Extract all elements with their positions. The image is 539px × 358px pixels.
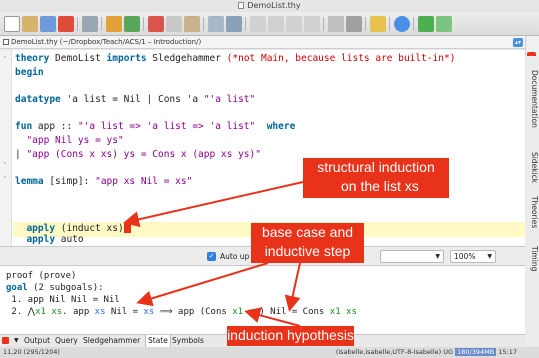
unsplit-icon[interactable] [304, 16, 320, 32]
paste-icon[interactable] [184, 16, 200, 32]
window-title: DemoList.thy [247, 1, 301, 10]
code-line: begin [15, 67, 44, 78]
toolbar-separator [143, 17, 144, 31]
new-file-icon[interactable] [4, 16, 20, 32]
toolbar-separator [365, 17, 366, 31]
clock: 15:17 [498, 348, 517, 356]
close-file-icon[interactable] [58, 16, 74, 32]
code-line: lemma [simp]: "app xs Nil = xs" [15, 176, 193, 187]
back-icon[interactable] [418, 16, 434, 32]
cut-icon[interactable] [148, 16, 164, 32]
close-dock-icon[interactable] [2, 337, 9, 344]
plugin-icon[interactable] [346, 16, 362, 32]
toolbar-separator [77, 17, 78, 31]
code-line: fun app :: "'a list => 'a list => 'a lis… [15, 121, 296, 132]
open-folder-icon[interactable] [22, 16, 38, 32]
toolbar-separator [413, 17, 414, 31]
toolbar-separator [101, 17, 102, 31]
output-line: goal (2 subgoals): [6, 283, 104, 293]
code-line: "app Nil ys = ys" [15, 135, 124, 146]
document-icon [238, 2, 245, 9]
output-line: 1. app Nil Nil = Nil [6, 295, 120, 305]
buffer-dropdown-button[interactable]: ▴▾ [513, 38, 523, 47]
buffer-path-bar[interactable]: DemoList.thy (~/Dropbox/Teach/ACS/1 – In… [0, 36, 525, 49]
fold-marker[interactable]: ▿ [3, 54, 7, 61]
toolbar-separator [245, 17, 246, 31]
output-line: proof (prove) [6, 271, 77, 281]
code-editor[interactable]: ▿ ▿ ▿ theory DemoList imports Sledgehamm… [0, 50, 525, 246]
split-horizontal-icon[interactable] [268, 16, 284, 32]
fold-marker[interactable]: ▿ [3, 174, 7, 181]
find-icon[interactable] [208, 16, 224, 32]
memory-indicator[interactable]: 180/394MB [455, 348, 497, 356]
status-right: (isabelle,isabelle,UTF-8-Isabelle) UG 18… [335, 348, 517, 356]
side-dock-tabs: Documentation Sidekick Theories Timing [525, 56, 539, 346]
main-toolbar [0, 12, 539, 36]
replace-icon[interactable] [226, 16, 242, 32]
zoom-select[interactable]: 100% ▼ [450, 250, 496, 263]
callout-induction-hypothesis: induction hypothesis [227, 326, 354, 346]
copy-icon[interactable] [166, 16, 182, 32]
editor-gutter: ▿ ▿ ▿ [0, 50, 12, 246]
tab-sledgehammer[interactable]: Sledgehammer [81, 335, 142, 347]
side-tab-timing[interactable]: Timing [525, 246, 539, 271]
undo-icon[interactable] [106, 16, 122, 32]
callout-base-case: base case and inductive step [251, 223, 364, 263]
redo-icon[interactable] [124, 16, 140, 32]
side-tab-sidekick[interactable]: Sidekick [525, 152, 539, 183]
cursor-position: 11,20 (295/1204) [3, 348, 60, 356]
buffer-path: DemoList.thy (~/Dropbox/Teach/ACS/1 – In… [11, 38, 202, 46]
code-line: | "app (Cons x xs) ys = Cons x (app xs y… [15, 149, 261, 160]
output-select[interactable]: ▼ [380, 250, 444, 263]
toolbar-separator [323, 17, 324, 31]
fold-marker[interactable]: ▿ [3, 160, 7, 167]
help-icon[interactable] [394, 16, 410, 32]
forward-icon[interactable] [436, 16, 452, 32]
auto-update-label: Auto up [220, 252, 250, 261]
output-line: 2. ⋀x1 xs. app xs Nil = xs ⟹ app (Cons x… [6, 307, 357, 317]
text-cursor [123, 222, 131, 233]
split-vertical-icon[interactable] [286, 16, 302, 32]
save-icon[interactable] [40, 16, 56, 32]
side-tab-documentation[interactable]: Documentation [525, 70, 539, 128]
callout-structural-induction: structural induction on the list xs [303, 158, 449, 198]
toolbar-separator [389, 17, 390, 31]
settings-icon[interactable] [328, 16, 344, 32]
window-titlebar: DemoList.thy [0, 0, 539, 12]
print-icon[interactable] [82, 16, 98, 32]
home-icon[interactable] [370, 16, 386, 32]
code-line: datatype 'a list = Nil | Cons 'a "'a lis… [15, 94, 256, 105]
auto-update-checkbox[interactable]: ✓ [207, 252, 216, 261]
tab-symbols[interactable]: Symbols [170, 335, 206, 347]
buffer-icon [3, 39, 9, 45]
dock-menu-icon[interactable]: ▼ [12, 335, 21, 347]
status-bar: 11,20 (295/1204) (isabelle,isabelle,UTF-… [0, 347, 539, 358]
input-mode[interactable]: UG [443, 348, 453, 356]
split-icon[interactable] [250, 16, 266, 32]
toolbar-separator [203, 17, 204, 31]
side-tab-theories[interactable]: Theories [525, 196, 539, 228]
code-line: theory DemoList imports Sledgehammer (*n… [15, 53, 456, 64]
tab-query[interactable]: Query [53, 335, 80, 347]
code-line: apply auto [15, 234, 84, 245]
tab-output[interactable]: Output [22, 335, 52, 347]
output-panel: proof (prove) goal (2 subgoals): 1. app … [0, 266, 525, 334]
